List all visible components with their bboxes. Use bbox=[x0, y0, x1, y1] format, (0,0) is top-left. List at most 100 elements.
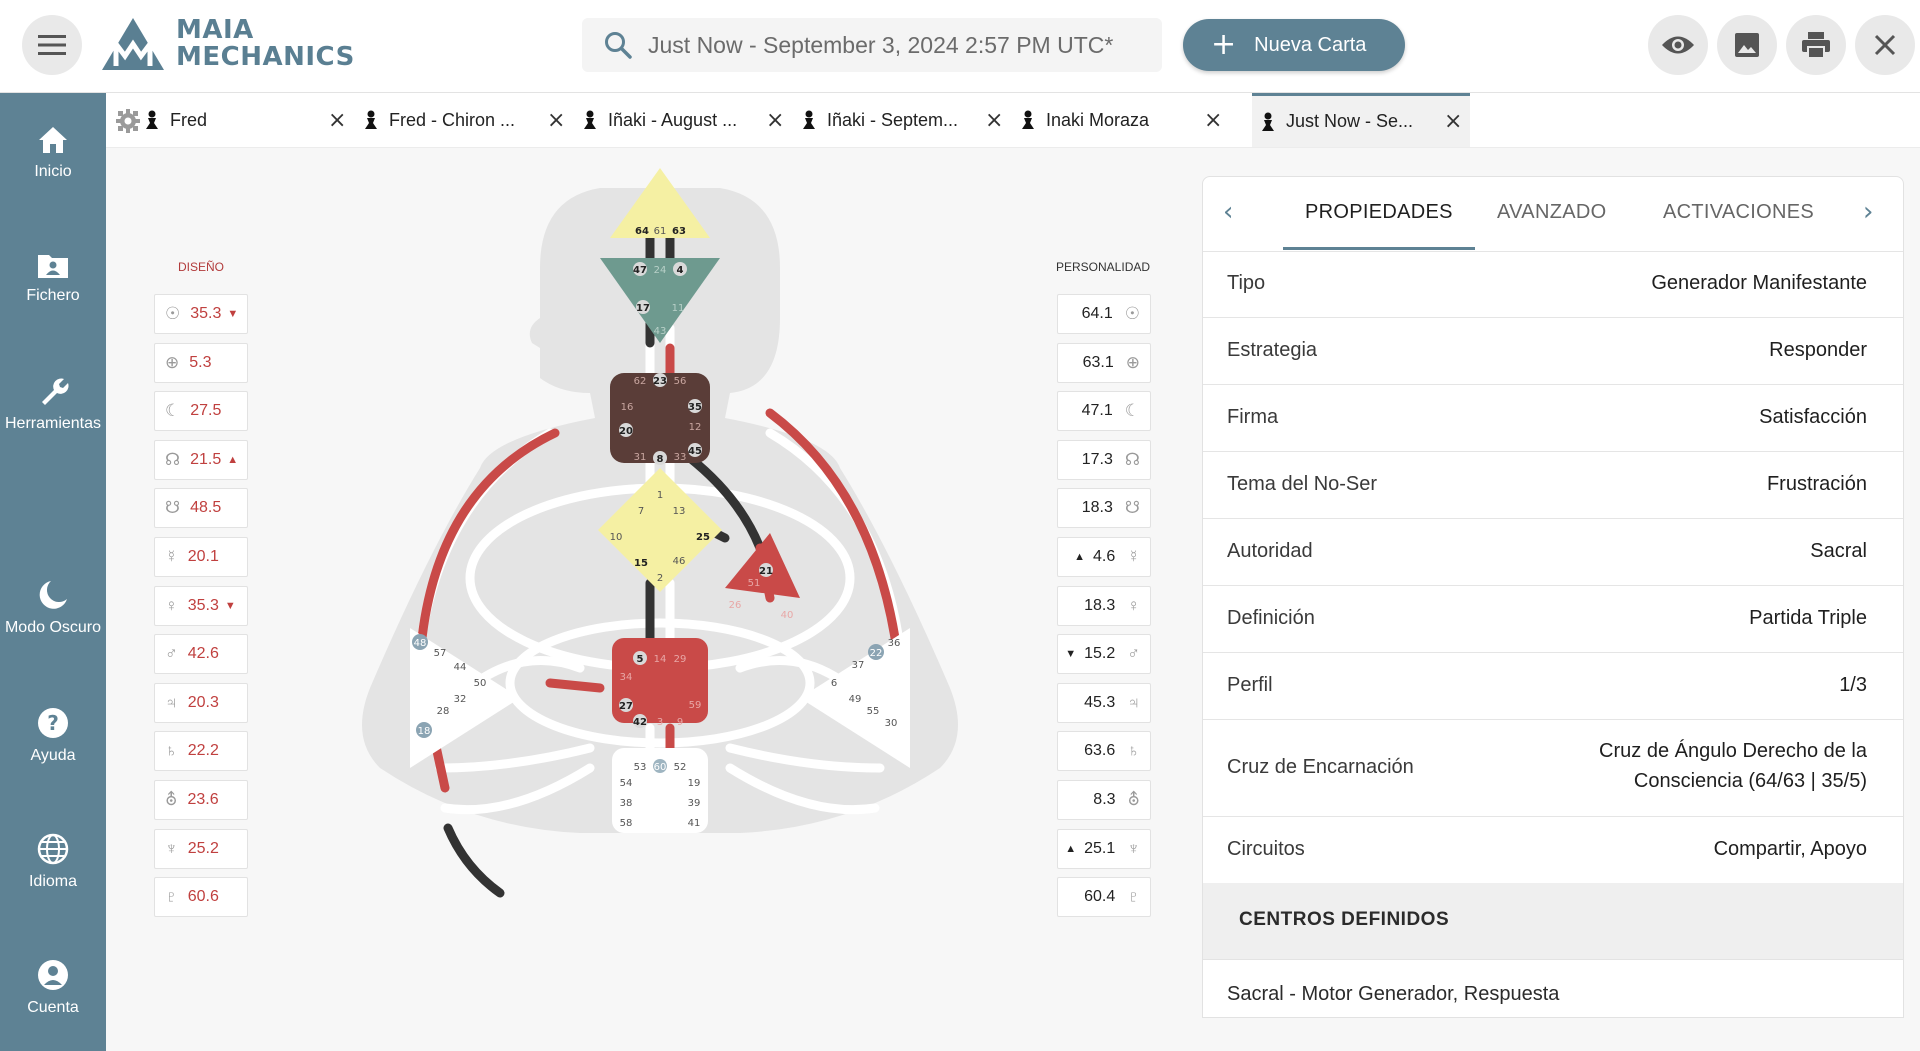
design-activation[interactable]: ♆ 25.2 bbox=[154, 828, 248, 869]
personality-activation[interactable]: ▼ 15.2 ♂ bbox=[1057, 634, 1151, 675]
logo[interactable]: MAIA MECHANICS bbox=[100, 16, 355, 72]
svg-text:29: 29 bbox=[674, 654, 687, 665]
tab-fred[interactable]: Fred × bbox=[136, 93, 354, 147]
tab-propiedades[interactable]: PROPIEDADES bbox=[1305, 201, 1453, 224]
pawn-icon bbox=[1262, 112, 1274, 131]
personality-activation[interactable]: 64.1 ☉ bbox=[1057, 294, 1151, 334]
sidebar-item-cuenta[interactable]: Cuenta bbox=[0, 959, 106, 1017]
svg-text:35: 35 bbox=[688, 402, 702, 413]
tab-just-now[interactable]: Just Now - Se... × bbox=[1252, 93, 1470, 147]
svg-text:25: 25 bbox=[696, 532, 710, 543]
sidebar-item-idioma[interactable]: Idioma bbox=[0, 833, 106, 891]
close-tab-icon[interactable]: × bbox=[1444, 109, 1462, 134]
image-button[interactable] bbox=[1717, 15, 1777, 75]
design-activation[interactable]: ♇ 60.6 bbox=[154, 877, 248, 918]
design-activation[interactable]: ♀ 35.3 ▼ bbox=[154, 585, 248, 626]
svg-text:60: 60 bbox=[654, 762, 667, 773]
svg-text:9: 9 bbox=[677, 717, 683, 728]
bodygraph-area: DISEÑO PERSONALIDAD ☉ 35.3 ▼ ⊕ 5.3 ☾ 27.5 ☊ 21.5… bbox=[106, 148, 1196, 1051]
image-icon bbox=[1735, 33, 1759, 57]
personality-activation[interactable]: ▲ 25.1 ♆ bbox=[1057, 828, 1151, 869]
tab-activaciones[interactable]: ACTIVACIONES bbox=[1663, 201, 1814, 224]
personality-activation[interactable]: 8.3 ⛢ bbox=[1057, 780, 1151, 820]
design-activation[interactable]: ☾ 27.5 bbox=[154, 391, 248, 432]
close-tab-icon[interactable]: × bbox=[766, 108, 784, 133]
sidebar-item-inicio[interactable]: Inicio bbox=[0, 125, 106, 181]
svg-text:20: 20 bbox=[619, 426, 633, 437]
chart-tabs: Fred × Fred - Chiron ... × Iñaki - Augus… bbox=[106, 93, 1920, 148]
personality-activation[interactable]: 17.3 ☊ bbox=[1057, 439, 1151, 480]
moon-icon bbox=[39, 581, 67, 609]
activation-value: 21.5 bbox=[190, 450, 222, 468]
property-value-line2: Consciencia (64/63 | 35/5) bbox=[1633, 770, 1867, 792]
chevron-left-icon[interactable]: ‹ bbox=[1223, 197, 1233, 227]
personality-activation[interactable]: 63.6 ♄ bbox=[1057, 731, 1151, 772]
design-activation[interactable]: ♄ 22.2 bbox=[154, 731, 248, 772]
pawn-icon bbox=[1022, 110, 1034, 129]
sidebar-item-herramientas[interactable]: Herramientas bbox=[0, 375, 106, 433]
logo-mark-icon bbox=[102, 18, 164, 70]
search-input[interactable]: Just Now - September 3, 2024 2:57 PM UTC… bbox=[648, 32, 1113, 59]
personality-activation[interactable]: 47.1 ☾ bbox=[1057, 391, 1151, 432]
fixing-mark: ▼ bbox=[1065, 648, 1077, 661]
activation-value: 4.6 bbox=[1093, 548, 1116, 565]
svg-text:61: 61 bbox=[654, 226, 667, 237]
personality-activation[interactable]: ▲ 4.6 ☿ bbox=[1057, 537, 1151, 577]
print-button[interactable] bbox=[1786, 15, 1846, 75]
personality-activation[interactable]: 18.3 ☋ bbox=[1057, 488, 1151, 529]
personality-activation[interactable]: 63.1 ⊕ bbox=[1057, 342, 1151, 383]
planet-symbol-icon: ♇ bbox=[165, 887, 178, 907]
new-chart-button[interactable]: + Nueva Carta bbox=[1183, 19, 1405, 71]
tab-fred-chiron[interactable]: Fred - Chiron ... × bbox=[355, 93, 573, 147]
svg-text:59: 59 bbox=[689, 700, 702, 711]
sidebar: Inicio Fichero Herramientas Modo Oscuro … bbox=[0, 93, 106, 1051]
tab-avanzado[interactable]: AVANZADO bbox=[1497, 201, 1606, 224]
chevron-right-icon[interactable]: › bbox=[1863, 197, 1873, 227]
menu-button[interactable] bbox=[22, 15, 82, 75]
view-button[interactable] bbox=[1648, 15, 1708, 75]
close-tab-icon[interactable]: × bbox=[547, 108, 565, 133]
close-button[interactable] bbox=[1855, 15, 1915, 75]
tab-label: Iñaki - Septem... bbox=[827, 109, 959, 130]
personality-activation[interactable]: 45.3 ♃ bbox=[1057, 682, 1151, 723]
svg-text:14: 14 bbox=[654, 654, 667, 665]
defined-centers-section[interactable]: CENTROS DEFINIDOS bbox=[1203, 883, 1903, 960]
svg-text:53: 53 bbox=[634, 762, 647, 773]
design-activation[interactable]: ♂ 42.6 bbox=[154, 634, 248, 675]
planet-symbol-icon: ☋ bbox=[1124, 498, 1140, 518]
personality-activation[interactable]: 60.4 ♇ bbox=[1057, 877, 1151, 918]
sidebar-item-fichero[interactable]: Fichero bbox=[0, 251, 106, 305]
sidebar-item-label: Inicio bbox=[34, 163, 72, 180]
design-activation[interactable]: ♃ 20.3 bbox=[154, 682, 248, 723]
planet-symbol-icon: ♀ bbox=[1127, 595, 1140, 615]
design-activation[interactable]: ☊ 21.5 ▲ bbox=[154, 439, 248, 480]
svg-text:5: 5 bbox=[637, 654, 644, 665]
personality-activation[interactable]: 18.3 ♀ bbox=[1057, 585, 1151, 626]
close-tab-icon[interactable]: × bbox=[1204, 108, 1222, 133]
svg-text:56: 56 bbox=[674, 376, 687, 387]
tab-inaki-september[interactable]: Iñaki - Septem... × bbox=[793, 93, 1011, 147]
design-activation[interactable]: ☉ 35.3 ▼ bbox=[154, 294, 248, 334]
close-tab-icon[interactable]: × bbox=[985, 108, 1003, 133]
sidebar-item-modo-oscuro[interactable]: Modo Oscuro bbox=[0, 579, 106, 637]
svg-text:49: 49 bbox=[849, 694, 862, 705]
close-tab-icon[interactable]: × bbox=[328, 108, 346, 133]
svg-text:33: 33 bbox=[674, 452, 687, 463]
design-activation[interactable]: ⛢ 23.6 bbox=[154, 780, 248, 820]
svg-text:41: 41 bbox=[688, 818, 701, 829]
wrench-icon bbox=[42, 378, 69, 405]
sidebar-item-ayuda[interactable]: ? Ayuda bbox=[0, 707, 106, 765]
svg-text:13: 13 bbox=[673, 506, 686, 517]
design-activation[interactable]: ☿ 20.1 bbox=[154, 537, 248, 577]
svg-text:22: 22 bbox=[870, 648, 883, 659]
tab-inaki-august[interactable]: Iñaki - August ... × bbox=[574, 93, 792, 147]
svg-text:18: 18 bbox=[418, 726, 431, 737]
tab-inaki-moraza[interactable]: Inaki Moraza × bbox=[1012, 93, 1230, 147]
design-activation[interactable]: ⊕ 5.3 bbox=[154, 342, 248, 383]
pawn-icon bbox=[365, 110, 377, 129]
panel-tabs: ‹ PROPIEDADES AVANZADO ACTIVACIONES › bbox=[1203, 177, 1903, 252]
property-key: Definición bbox=[1227, 607, 1315, 629]
tab-label: Inaki Moraza bbox=[1046, 109, 1150, 130]
design-activation[interactable]: ☋ 48.5 bbox=[154, 488, 248, 529]
search-box[interactable]: Just Now - September 3, 2024 2:57 PM UTC… bbox=[582, 18, 1162, 72]
